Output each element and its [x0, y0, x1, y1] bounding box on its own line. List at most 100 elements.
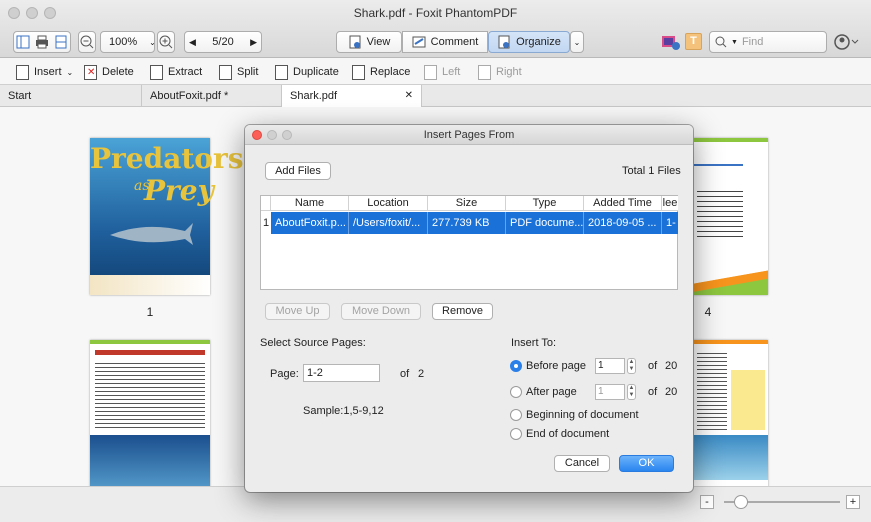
delete-button[interactable]: ✕ Delete	[84, 64, 134, 80]
tab-aboutfoxit[interactable]: AboutFoxit.pdf *	[142, 85, 282, 107]
prev-page-icon[interactable]: ◀	[189, 37, 196, 48]
duplicate-button[interactable]: Duplicate	[275, 64, 339, 80]
source-total-pages: 2	[418, 368, 425, 380]
zoom-out-icon	[80, 35, 94, 49]
comment-tab-button[interactable]: Comment	[402, 31, 488, 53]
remove-button[interactable]: Remove	[432, 303, 493, 320]
zoom-out-button[interactable]	[78, 31, 96, 53]
before-page-label: Before page	[526, 360, 586, 372]
chevron-down-icon: ▼	[731, 38, 738, 46]
before-page-stepper[interactable]: ▲ ▼	[627, 358, 636, 374]
next-page-icon[interactable]: ▶	[250, 37, 257, 48]
comment-label: Comment	[430, 36, 479, 48]
extract-button[interactable]: Extract	[150, 64, 202, 80]
table-cell-added-time[interactable]: 2018-09-05 ...	[584, 212, 662, 234]
source-page-input[interactable]: 1-2	[303, 364, 380, 382]
zoom-out-small-button[interactable]: -	[700, 495, 714, 509]
table-cell-location[interactable]: /Users/foxit/...	[349, 212, 428, 234]
rotate-right-button[interactable]: Right	[478, 64, 522, 80]
split-button[interactable]: Split	[219, 64, 258, 80]
print-icon[interactable]	[35, 35, 49, 49]
view-label: View	[366, 36, 391, 48]
extract-label: Extract	[168, 66, 203, 78]
table-header-index	[261, 196, 271, 211]
pages-icon[interactable]	[54, 35, 68, 49]
comment-icon	[412, 36, 426, 48]
window-title: Shark.pdf - Foxit PhantomPDF	[353, 6, 518, 20]
account-icon[interactable]	[833, 33, 859, 51]
panel-icon[interactable]	[16, 35, 30, 49]
ribbon-chevron-button[interactable]: ⌄	[570, 31, 584, 53]
organize-tab-button[interactable]: Organize	[488, 31, 570, 53]
insert-icon	[16, 64, 29, 80]
zoom-in-button[interactable]	[157, 31, 175, 53]
page-indicator[interactable]: 5/20	[212, 36, 233, 48]
before-page-radio[interactable]	[510, 360, 522, 372]
title-bar: Shark.pdf - Foxit PhantomPDF 100% ⌄ ◀ 5/…	[0, 0, 871, 58]
files-table[interactable]: Name Location Size Type Added Time lee 1…	[260, 195, 678, 290]
close-icon[interactable]: ✕	[405, 85, 413, 107]
rotate-left-button[interactable]: Left	[424, 64, 460, 80]
beginning-radio[interactable]	[510, 409, 522, 421]
insert-button[interactable]: Insert ⌄	[16, 64, 73, 80]
page-navigator[interactable]: ◀ 5/20 ▶	[184, 31, 262, 53]
view-layout-group[interactable]	[13, 31, 71, 53]
delete-icon: ✕	[84, 64, 97, 80]
ok-button[interactable]: OK	[619, 455, 674, 472]
end-radio[interactable]	[510, 428, 522, 440]
chevron-down-icon: ⌄	[66, 67, 74, 77]
page-thumbnail-5[interactable]	[90, 340, 210, 500]
total-files-label: Total 1 Files	[622, 165, 681, 177]
of-label: of	[400, 368, 410, 380]
column-header-extra[interactable]: lee	[662, 196, 678, 211]
column-header-name[interactable]: Name	[271, 196, 349, 211]
document-tabs: Start AboutFoxit.pdf * Shark.pdf ✕	[0, 85, 871, 108]
page-thumbnail-8[interactable]	[693, 340, 768, 500]
column-header-added-time[interactable]: Added Time	[584, 196, 662, 211]
tab-start[interactable]: Start	[0, 85, 142, 107]
thumbnail-title: Prey	[144, 174, 214, 207]
dialog-title-bar: Insert Pages From	[245, 125, 693, 145]
table-cell-name[interactable]: AboutFoxit.p...	[271, 212, 349, 234]
column-header-size[interactable]: Size	[428, 196, 506, 211]
zoom-in-icon	[159, 35, 173, 49]
chevron-down-icon: ⌄	[573, 37, 581, 47]
replace-button[interactable]: Replace	[352, 64, 410, 80]
split-icon	[219, 64, 232, 80]
zoom-slider-handle[interactable]	[734, 495, 748, 509]
table-cell-size[interactable]: 277.739 KB	[428, 212, 506, 234]
thumbnail-title: Predators	[90, 142, 244, 175]
right-label: Right	[496, 66, 522, 78]
cancel-button[interactable]: Cancel	[554, 455, 610, 472]
after-total-pages: 20	[665, 386, 678, 398]
column-header-type[interactable]: Type	[506, 196, 584, 211]
zoom-in-small-button[interactable]: +	[846, 495, 860, 509]
delete-label: Delete	[102, 66, 134, 78]
zoom-value: 100%	[109, 36, 138, 48]
insert-label: Insert	[34, 66, 62, 78]
stamp-icon[interactable]	[661, 33, 681, 51]
view-tab-button[interactable]: View	[336, 31, 402, 53]
table-cell-type[interactable]: PDF docume...	[506, 212, 584, 234]
organize-toolbar: Insert ⌄ ✕ Delete Extract Split Duplicate …	[0, 58, 871, 85]
after-page-radio[interactable]	[510, 386, 522, 398]
before-page-input[interactable]: 1	[595, 358, 625, 374]
page-number: 1	[146, 305, 154, 319]
table-cell-extra[interactable]: 1-	[662, 212, 678, 234]
sample-hint: Sample:1,5-9,12	[303, 405, 384, 417]
tab-shark[interactable]: Shark.pdf ✕	[282, 85, 422, 108]
page-thumbnail-4[interactable]	[693, 138, 768, 295]
replace-icon	[352, 64, 365, 80]
add-files-button[interactable]: Add Files	[265, 162, 331, 180]
column-header-location[interactable]: Location	[349, 196, 428, 211]
move-up-button[interactable]: Move Up	[265, 303, 330, 320]
dialog-close-button[interactable]	[252, 130, 262, 140]
find-field[interactable]: ▼ Find	[709, 31, 827, 53]
move-down-button[interactable]: Move Down	[341, 303, 421, 320]
page-thumbnail-1[interactable]: Predators as Prey	[90, 138, 244, 295]
insert-pages-dialog: Insert Pages From Add Files Total 1 File…	[245, 125, 693, 492]
after-page-stepper[interactable]: ▲ ▼	[627, 384, 636, 400]
typewriter-icon[interactable]: T	[685, 33, 702, 50]
zoom-select[interactable]: 100% ⌄	[100, 31, 156, 53]
after-page-input[interactable]: 1	[595, 384, 625, 400]
